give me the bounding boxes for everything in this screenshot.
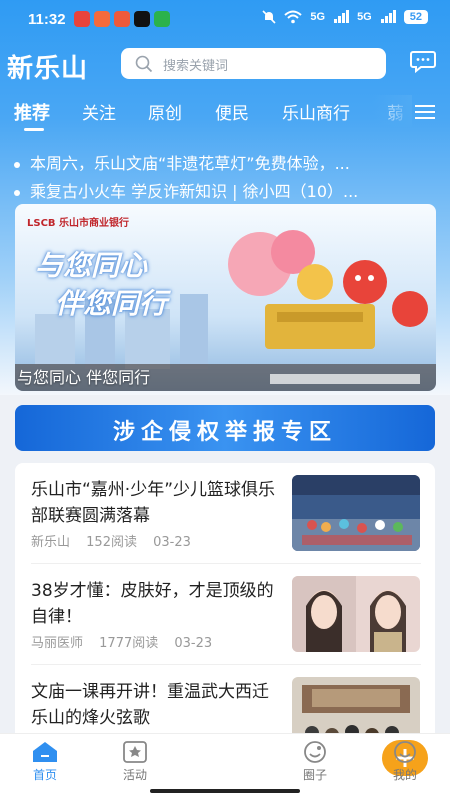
article-item[interactable]: 文庙一课再开讲！重温武大西迁乐山的烽火弦歌 — [15, 665, 435, 735]
battery-indicator: 52 — [403, 10, 428, 24]
article-item[interactable]: 38岁才懂：皮肤好，才是顶级的自律！ 马丽医师 1777阅读 03-23 — [15, 564, 435, 664]
tab-recommend[interactable]: 推荐 — [14, 99, 50, 125]
banner-slogan-line2: 伴您同行 — [55, 287, 168, 320]
banner-caption: 与您同心 伴您同行 — [17, 368, 151, 387]
nav-profile[interactable]: 我的 — [360, 734, 450, 794]
article-thumbnail — [292, 576, 420, 652]
signal-1-label: 5G — [310, 11, 326, 23]
news-headline-text: 本周六，乐山文庙“非遗花草灯”免费体验，... — [30, 154, 350, 173]
article-title: 乐山市“嘉州·少年”少儿篮球俱乐部联赛圆满落幕 — [31, 480, 276, 526]
article-reads: 152阅读 — [86, 535, 137, 550]
menu-icon[interactable] — [415, 104, 435, 120]
signal-2-label: 5G — [357, 11, 372, 23]
home-indicator — [150, 789, 300, 793]
tab-fade — [372, 95, 412, 127]
profile-icon — [394, 741, 416, 763]
article-feed: 乐山市“嘉州·少年”少儿篮球俱乐部联赛圆满落幕 新乐山 152阅读 03-23 … — [15, 463, 435, 735]
weibo-icon — [74, 11, 90, 27]
app-logo: 新乐山 — [7, 54, 89, 84]
signal-bars-icon — [334, 10, 350, 23]
article-reads: 1777阅读 — [99, 636, 159, 651]
category-tabs: 推荐 关注 原创 便民 乐山商行 蒻 — [0, 95, 450, 131]
article-source: 新乐山 — [31, 535, 71, 550]
article-source: 马丽医师 — [31, 636, 84, 651]
status-indicators: 5G 5G 52 — [262, 10, 428, 24]
report-label: 涉企侵权举报专区 — [112, 420, 337, 445]
security-app-icon — [154, 11, 170, 27]
article-item[interactable]: 乐山市“嘉州·少年”少儿篮球俱乐部联赛圆满落幕 新乐山 152阅读 03-23 — [15, 463, 435, 563]
tiktok-icon — [134, 11, 150, 27]
status-bar: 11:32 5G 5G 52 — [0, 0, 450, 40]
nav-home[interactable]: 首页 — [0, 734, 90, 794]
status-app-icons — [74, 11, 170, 27]
shop-app-icon — [114, 11, 130, 27]
top-bar: 新乐山 搜索关键词 — [0, 44, 450, 84]
banner-slogan-line1: 与您同心 — [35, 249, 148, 282]
home-icon — [33, 742, 57, 762]
search-placeholder: 搜索关键词 — [163, 59, 229, 74]
search-input[interactable]: 搜索关键词 — [121, 48, 386, 79]
nav-circle-label: 圈子 — [302, 768, 327, 782]
wifi-icon — [284, 10, 303, 24]
nav-home-label: 首页 — [32, 768, 57, 782]
status-time: 11:32 — [28, 11, 66, 28]
message-icon[interactable] — [410, 50, 436, 74]
bullet-icon — [14, 189, 20, 196]
nav-activity-label: 活动 — [122, 768, 147, 782]
tab-active-indicator — [24, 128, 44, 131]
activity-icon — [123, 741, 147, 763]
tab-original[interactable]: 原创 — [148, 99, 182, 124]
article-meta: 新乐山 152阅读 03-23 — [31, 531, 203, 550]
article-thumbnail — [292, 475, 420, 551]
circle-icon — [304, 741, 326, 763]
article-title: 文庙一课再开讲！重温武大西迁乐山的烽火弦歌 — [31, 682, 269, 728]
news-headline[interactable]: 乘复古小火车 学反诈新知识 | 徐小四（10）... — [14, 178, 434, 202]
signal-bars-icon — [380, 10, 396, 23]
article-meta: 马丽医师 1777阅读 03-23 — [31, 632, 224, 651]
article-thumbnail — [292, 677, 420, 735]
promo-banner[interactable]: LSCB 乐山市商业银行 与您同心 伴您同行 与您同心 伴您同行 — [15, 204, 436, 391]
tab-follow[interactable]: 关注 — [82, 99, 116, 124]
news-headline[interactable]: 本周六，乐山文庙“非遗花草灯”免费体验，... — [14, 150, 434, 174]
tab-convenience[interactable]: 便民 — [215, 99, 249, 124]
news-headline-text: 乘复古小火车 学反诈新知识 | 徐小四（10）... — [30, 182, 359, 201]
article-date: 03-23 — [174, 636, 213, 651]
nav-circle[interactable]: 圈子 — [270, 734, 360, 794]
bullet-icon — [14, 161, 20, 168]
mute-icon — [262, 10, 276, 24]
article-date: 03-23 — [153, 535, 191, 550]
bank-name-label: LSCB 乐山市商业银行 — [27, 218, 130, 229]
nav-activity[interactable]: 活动 — [90, 734, 180, 794]
notification-app-icon — [94, 11, 110, 27]
nav-profile-label: 我的 — [392, 768, 417, 782]
nav-publish[interactable] — [180, 734, 428, 794]
article-title: 38岁才懂：皮肤好，才是顶级的自律！ — [31, 581, 274, 627]
infringement-report-button[interactable]: 涉企侵权举报专区 — [15, 405, 435, 451]
search-icon — [135, 55, 153, 73]
tab-leshan-business[interactable]: 乐山商行 — [282, 99, 350, 124]
